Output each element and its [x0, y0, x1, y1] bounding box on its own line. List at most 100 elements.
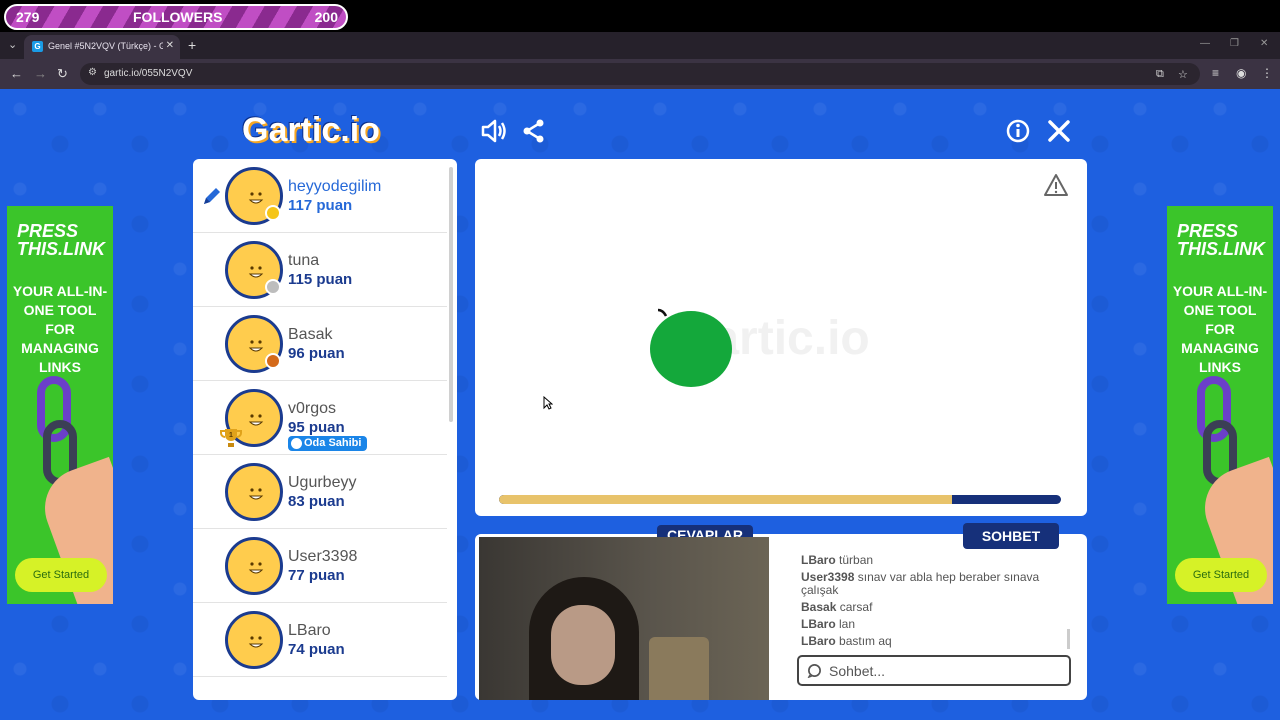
pencil-icon: [204, 188, 220, 204]
player-name: v0rgos: [288, 400, 337, 417]
player-score: 96 puan: [288, 345, 345, 362]
gartic-logo[interactable]: Gartic.io: [242, 111, 412, 153]
chat-user: LBaro: [801, 634, 836, 648]
close-window-icon[interactable]: ✕: [1260, 38, 1268, 49]
timer-progress-fill: [499, 495, 952, 504]
tab-answers[interactable]: CEVAPLAR: [657, 525, 753, 537]
chat-input-box[interactable]: [797, 655, 1071, 686]
player-row[interactable]: Basak 96 puan: [193, 307, 447, 381]
media-control-icon[interactable]: ≡: [1212, 66, 1219, 80]
chat-bubble-icon: [807, 664, 821, 678]
ad-banner-right[interactable]: PRESS THIS.LINK YOUR ALL-IN-ONE TOOL FOR…: [1167, 206, 1273, 604]
status-dot: [265, 353, 281, 369]
player-name: LBaro: [288, 622, 331, 639]
chat-user: LBaro: [801, 617, 836, 631]
menu-kebab-icon[interactable]: ⋮: [1261, 66, 1273, 80]
player-score: 74 puan: [288, 641, 345, 658]
streamer-webcam: [479, 537, 769, 700]
followers-label: FOLLOWERS: [133, 9, 223, 25]
stream-overlay-bar: 279 FOLLOWERS 200: [0, 0, 1280, 32]
player-row[interactable]: tuna 115 puan: [193, 233, 447, 307]
ad-tagline: YOUR ALL-IN-ONE TOOL FOR MANAGING LINKS: [1172, 283, 1268, 375]
minimize-icon[interactable]: —: [1200, 38, 1210, 49]
status-dot: [265, 279, 281, 295]
gartic-page: PRESS THIS.LINK YOUR ALL-IN-ONE TOOL FOR…: [0, 89, 1280, 720]
avatar: [225, 611, 283, 669]
forward-icon[interactable]: →: [34, 66, 47, 81]
avatar: [225, 463, 283, 521]
smiley-icon: [291, 438, 302, 449]
ad-get-started-button[interactable]: Get Started: [1175, 558, 1267, 592]
chat-message: LBaro bastım aq: [801, 635, 1061, 648]
browser-tab[interactable]: G Genel #5N2VQV (Türkçe) - Gartic ✕: [24, 35, 180, 59]
ad-brand: PRESS THIS.LINK: [1177, 221, 1265, 259]
player-score: 83 puan: [288, 493, 345, 510]
avatar: [225, 537, 283, 595]
timer-progress-bar: [499, 495, 1061, 504]
drawing-green-apple: [650, 308, 732, 387]
followers-current: 279: [16, 9, 40, 25]
players-list[interactable]: heyyodegilim 117 puan tuna 115 puan Basak 96 …: [193, 159, 457, 700]
followers-goal: 200: [314, 9, 338, 25]
url-text[interactable]: gartic.io/055N2VQV: [104, 68, 192, 79]
tab-title: Genel #5N2VQV (Türkçe) - Gartic: [48, 41, 163, 51]
chat-user: LBaro: [801, 553, 836, 567]
player-row[interactable]: LBaro 74 puan: [193, 603, 447, 677]
player-name: heyyodegilim: [288, 178, 382, 195]
chat-scrollbar[interactable]: [1067, 629, 1070, 649]
sound-icon[interactable]: [480, 117, 508, 145]
ad-tagline: YOUR ALL-IN-ONE TOOL FOR MANAGING LINKS: [12, 283, 108, 375]
url-field[interactable]: ⚙ gartic.io/055N2VQV ⧉ ☆: [80, 63, 1200, 85]
ad-get-started-button[interactable]: Get Started: [15, 558, 107, 592]
maximize-icon[interactable]: ❐: [1230, 38, 1239, 49]
report-warning-icon[interactable]: [1043, 173, 1069, 197]
tab-chat[interactable]: SOHBET: [963, 523, 1059, 549]
chat-message: LBaro lan: [801, 618, 1061, 631]
chat-message: LBaro türban: [801, 554, 1061, 567]
gartic-favicon-icon: G: [32, 41, 43, 52]
info-icon[interactable]: [1004, 117, 1032, 145]
players-scrollbar[interactable]: [449, 167, 453, 422]
player-name: tuna: [288, 252, 320, 269]
chat-text: lan: [839, 617, 856, 631]
tab-close-icon[interactable]: ✕: [166, 40, 174, 51]
room-owner-badge: Oda Sahibi: [288, 436, 368, 451]
bookmark-star-icon[interactable]: ☆: [1178, 68, 1188, 81]
followers-goal-bar: 279 FOLLOWERS 200: [4, 4, 348, 30]
mouse-cursor-icon: [543, 396, 553, 410]
chat-message: User3398 sınav var abla hep beraber sına…: [801, 571, 1061, 597]
new-tab-icon[interactable]: +: [188, 37, 196, 53]
player-score: 95 puan: [288, 419, 345, 436]
chat-user: Basak: [801, 600, 837, 614]
chat-text: türban: [839, 553, 874, 567]
player-name: User3398: [288, 548, 358, 565]
chat-text: carsaf: [839, 600, 873, 614]
install-app-icon[interactable]: ⧉: [1156, 68, 1164, 81]
chat-text: bastım aq: [839, 634, 892, 648]
drawing-canvas[interactable]: Gartic.io: [475, 159, 1087, 516]
player-row[interactable]: User3398 77 puan: [193, 529, 447, 603]
tab-search-icon[interactable]: ⌄: [8, 38, 17, 51]
player-score: 77 puan: [288, 567, 345, 584]
trophy-icon: 1: [220, 429, 242, 447]
back-icon[interactable]: ←: [10, 66, 23, 81]
ad-banner-left[interactable]: PRESS THIS.LINK YOUR ALL-IN-ONE TOOL FOR…: [7, 206, 113, 604]
chat-messages: LBaro türban User3398 sınav var abla hep …: [801, 554, 1061, 652]
browser-tab-bar: ⌄ G Genel #5N2VQV (Türkçe) - Gartic ✕ + …: [0, 32, 1280, 59]
player-row[interactable]: heyyodegilim 117 puan: [193, 159, 447, 233]
share-icon[interactable]: [520, 117, 548, 145]
status-dot: [265, 205, 281, 221]
profile-icon[interactable]: ◉: [1236, 66, 1246, 80]
reload-icon[interactable]: ↻: [57, 66, 68, 82]
trophy-rank: 1: [229, 432, 233, 439]
player-row[interactable]: 1 v0rgos 95 puan Oda Sahibi: [193, 381, 447, 455]
player-name: Basak: [288, 326, 333, 343]
player-row[interactable]: Ugurbeyy 83 puan: [193, 455, 447, 529]
chat-input[interactable]: [829, 661, 1059, 681]
player-score: 117 puan: [288, 197, 353, 214]
close-icon[interactable]: [1045, 117, 1073, 145]
chat-message: Basak carsaf: [801, 601, 1061, 614]
player-score: 115 puan: [288, 271, 353, 288]
site-info-icon[interactable]: ⚙: [88, 67, 97, 78]
player-name: Ugurbeyy: [288, 474, 357, 491]
